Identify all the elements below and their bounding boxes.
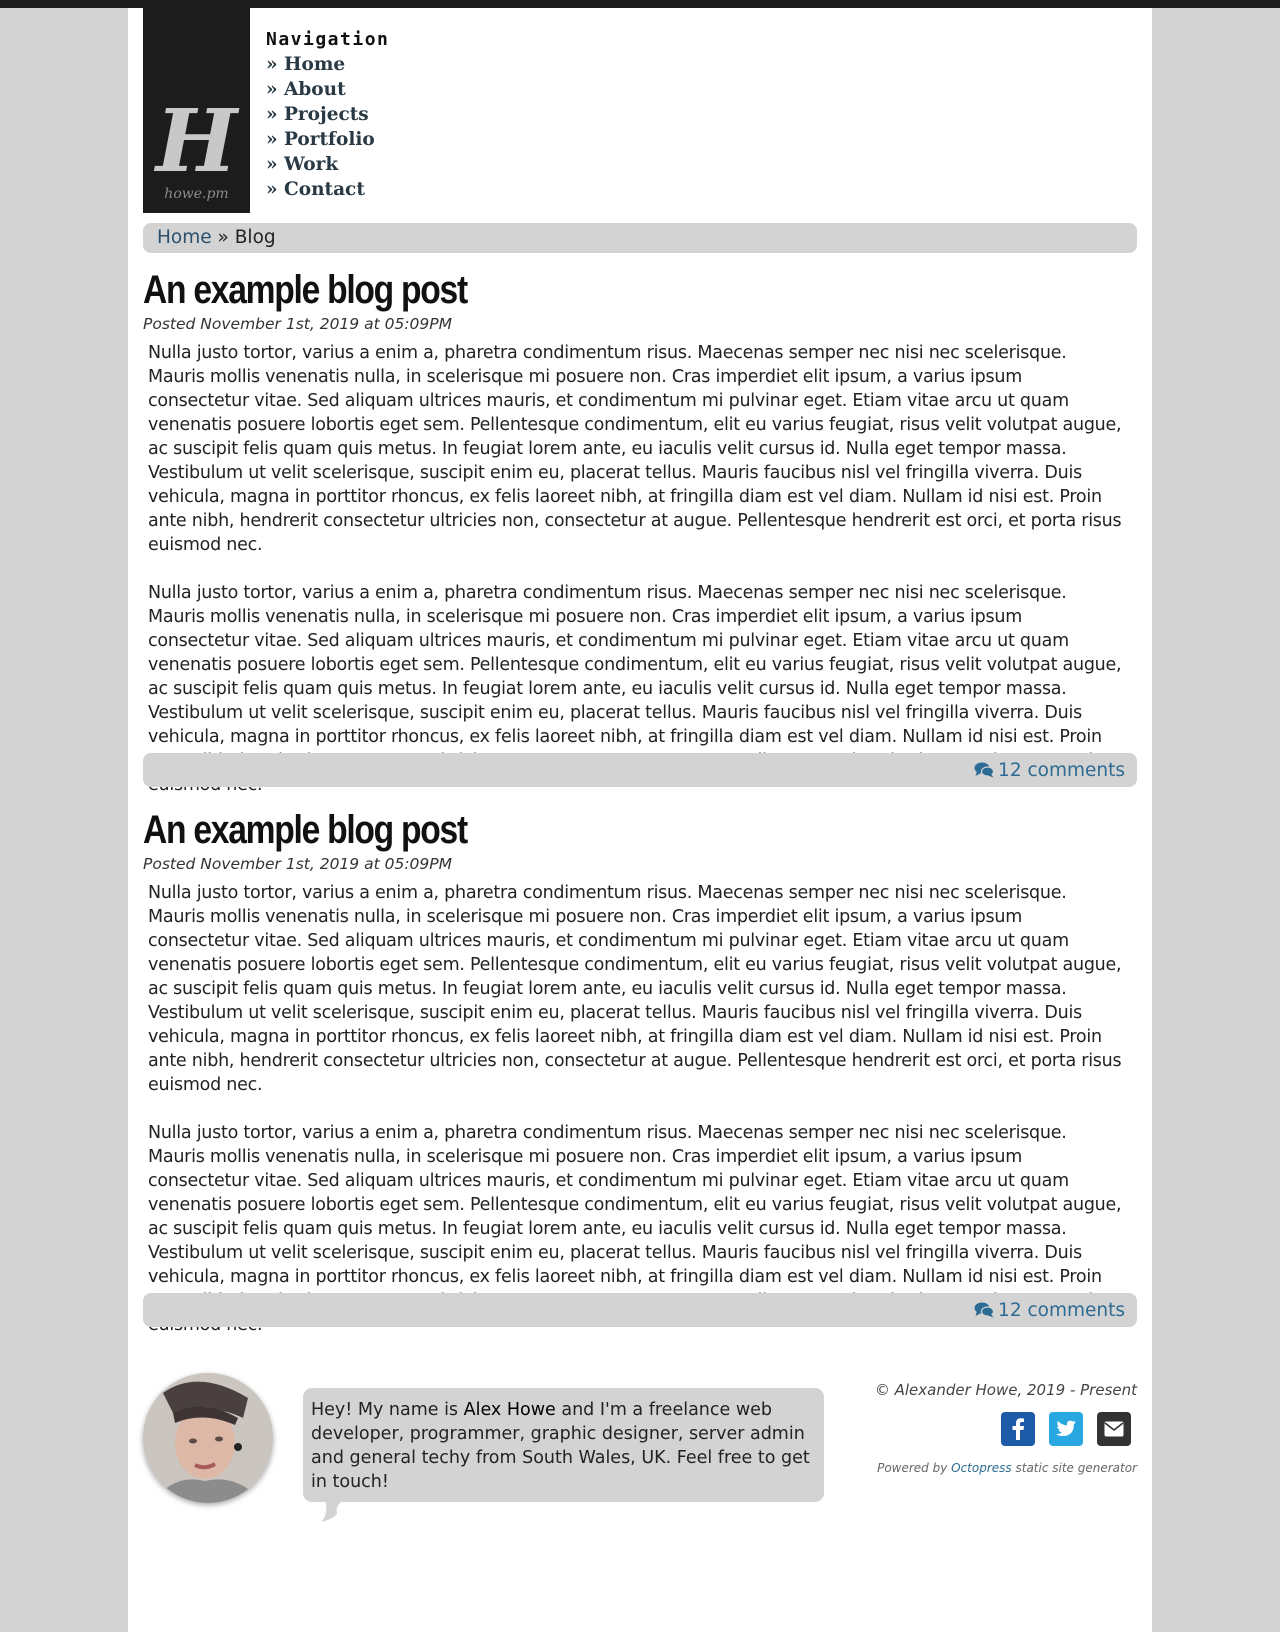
post-footer: 12 comments	[143, 1293, 1137, 1327]
comments-icon	[974, 762, 995, 778]
nav-item-home[interactable]: » Home	[266, 52, 389, 77]
powered-by-suffix: static site generator	[1011, 1461, 1137, 1475]
avatar-photo	[143, 1373, 273, 1503]
site-logo[interactable]: H howe.pm	[143, 8, 250, 213]
post-title[interactable]: An example blog post	[143, 808, 978, 852]
facebook-button[interactable]	[1001, 1412, 1035, 1446]
nav-item-portfolio[interactable]: » Portfolio	[266, 127, 389, 152]
bio-speech-bubble: Hey! My name is Alex Howe and I'm a free…	[303, 1388, 824, 1522]
nav-item-contact[interactable]: » Contact	[266, 177, 389, 202]
blog-post: An example blog post Posted November 1st…	[143, 268, 1137, 797]
post-date: Posted November 1st, 2019 at 05:09PM	[143, 855, 452, 873]
comments-icon	[974, 1302, 995, 1318]
speech-bubble-tail	[321, 1500, 343, 1522]
breadcrumb-current: Blog	[234, 227, 276, 248]
content-wrapper: H howe.pm Navigation » Home » About » Pr…	[143, 8, 1137, 1522]
breadcrumb-separator: »	[211, 227, 235, 248]
comments-link[interactable]: 12 comments	[974, 1300, 1125, 1321]
comments-link[interactable]: 12 comments	[974, 760, 1125, 781]
facebook-icon	[1012, 1418, 1024, 1440]
post-title[interactable]: An example blog post	[143, 268, 978, 312]
post-paragraph: Nulla justo tortor, varius a enim a, pha…	[148, 883, 1122, 1095]
email-button[interactable]	[1097, 1412, 1131, 1446]
nav-item-work[interactable]: » Work	[266, 152, 389, 177]
post-footer: 12 comments	[143, 753, 1137, 787]
powered-by-prefix: Powered by	[877, 1461, 952, 1475]
breadcrumb-home-link[interactable]: Home	[157, 227, 212, 248]
comments-count: 12 comments	[998, 759, 1125, 781]
bio-name: Alex Howe	[463, 1400, 556, 1420]
nav-item-projects[interactable]: » Projects	[266, 102, 389, 127]
nav-item-about[interactable]: » About	[266, 77, 389, 102]
post-paragraph: Nulla justo tortor, varius a enim a, pha…	[148, 343, 1122, 555]
email-icon	[1104, 1421, 1124, 1437]
top-bar	[0, 0, 1280, 8]
logo-mark: H	[155, 91, 238, 192]
blog-post: An example blog post Posted November 1st…	[143, 808, 1137, 1337]
octopress-link[interactable]: Octopress	[951, 1461, 1012, 1475]
breadcrumb: Home » Blog	[143, 223, 1137, 253]
logo-text: howe.pm	[164, 186, 229, 202]
post-body: Nulla justo tortor, varius a enim a, pha…	[143, 881, 1137, 1337]
post-body: Nulla justo tortor, varius a enim a, pha…	[143, 341, 1137, 797]
post-date: Posted November 1st, 2019 at 05:09PM	[143, 315, 452, 333]
page-container: H howe.pm Navigation » Home » About » Pr…	[128, 8, 1152, 1632]
twitter-button[interactable]	[1049, 1412, 1083, 1446]
main-navigation: Navigation » Home » About » Projects » P…	[266, 28, 389, 202]
site-header: H howe.pm Navigation » Home » About » Pr…	[143, 8, 1137, 213]
comments-count: 12 comments	[998, 1299, 1125, 1321]
social-links	[1001, 1412, 1131, 1446]
copyright-text: © Alexander Howe, 2019 - Present	[874, 1381, 1137, 1399]
bio-text: Hey! My name is	[311, 1400, 464, 1420]
powered-by-text: Powered by Octopress static site generat…	[877, 1460, 1137, 1476]
navigation-heading: Navigation	[266, 29, 390, 50]
twitter-icon	[1055, 1420, 1077, 1436]
avatar	[143, 1373, 273, 1503]
